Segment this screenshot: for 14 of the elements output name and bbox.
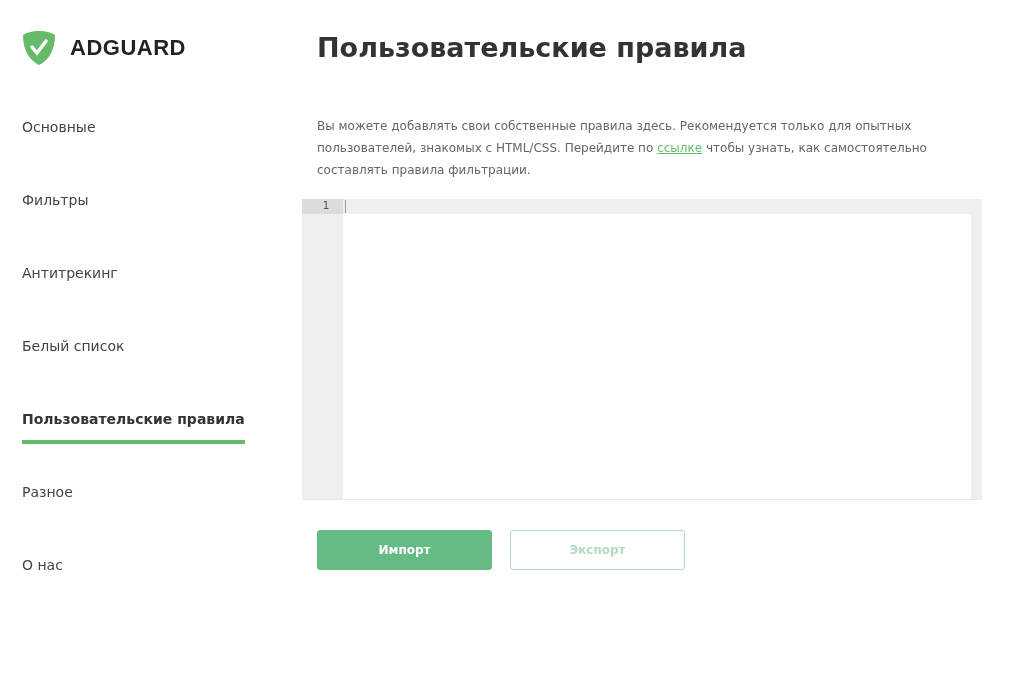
description-text: Вы можете добавлять свои собственные правила здесь. Рекомендуется только для опытных пользователей, знакомых с HTML/CSS. Перейдите по ссылке чтобы узнать, как самостоятельно составлять правила фильтрации. (317, 118, 928, 179)
nav-item[interactable]: Антитрекинг (22, 250, 118, 298)
logo-text: ADGUARD (70, 35, 186, 61)
nav-item[interactable]: Разное (22, 469, 73, 517)
shield-check-icon (22, 30, 56, 66)
nav-item[interactable]: Пользовательские правила (22, 396, 245, 444)
rules-editor[interactable]: 1 (302, 199, 982, 500)
line-number: 1 (302, 199, 343, 214)
page-title: Пользовательские правила (317, 32, 748, 63)
nav-item[interactable]: О нас (22, 542, 63, 590)
nav-item[interactable]: Основные (22, 104, 96, 152)
nav-item[interactable]: Фильтры (22, 177, 89, 225)
text-cursor (345, 200, 346, 213)
nav-item[interactable]: Белый список (22, 323, 125, 371)
